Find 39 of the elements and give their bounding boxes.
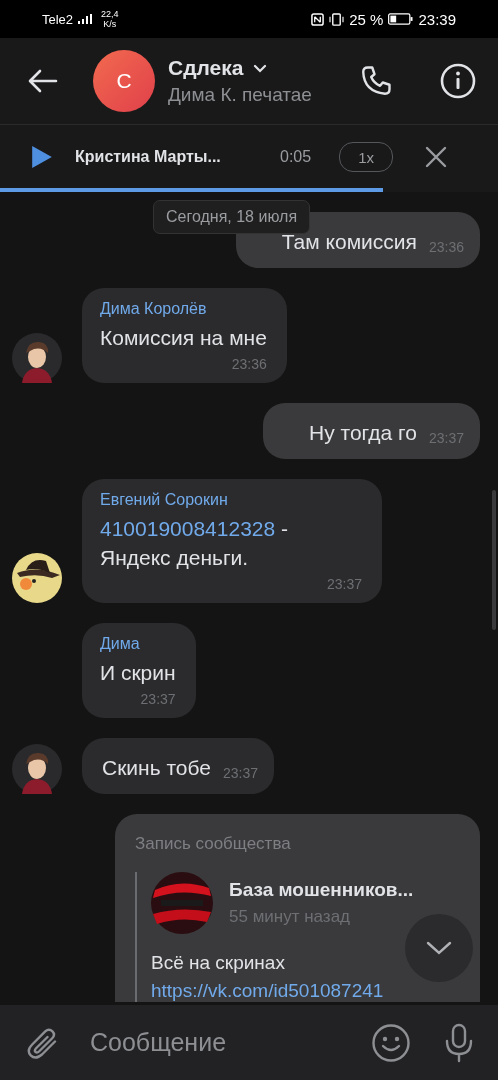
post-text: Всё на скринах xyxy=(151,952,286,974)
sender-name[interactable]: Дима Королёв xyxy=(100,299,267,319)
typing-status: Дима К. печатае xyxy=(168,84,313,106)
message-text: Комиссия на мне xyxy=(100,325,267,351)
chat-avatar: С xyxy=(93,50,155,112)
playback-speed-button[interactable]: 1x xyxy=(339,142,394,172)
sender-name[interactable]: Евгений Сорокин xyxy=(100,490,362,510)
message-time: 23:36 xyxy=(231,355,267,373)
message-time: 23:37 xyxy=(223,764,259,782)
speed-unit: K/s xyxy=(103,19,117,29)
message-time: 23:37 xyxy=(326,575,362,593)
message-text: 410019008412328 - Яндекс деньги. xyxy=(100,516,290,571)
battery-percent: 25 % xyxy=(349,10,384,28)
battery-icon xyxy=(388,13,414,25)
community-avatar xyxy=(151,872,213,934)
post-link[interactable]: https://vk.com/id501087241 xyxy=(151,980,460,1002)
chat-title[interactable]: Сдлека xyxy=(168,56,244,80)
wallet-link[interactable]: 410019008412328 xyxy=(100,517,276,540)
chevron-down-icon[interactable] xyxy=(253,63,268,73)
signal-icon xyxy=(78,14,93,24)
message-text: И скрин xyxy=(100,660,176,686)
message-text: Ну тогда го xyxy=(309,420,417,446)
repost-label: Запись сообщества xyxy=(135,834,292,854)
track-title: Кристина Марты... xyxy=(75,148,222,166)
message-text: Скинь тобе xyxy=(102,755,211,781)
message-time: 23:37 xyxy=(140,690,176,708)
community-name[interactable]: База мошенников... xyxy=(229,879,414,901)
date-label: Сегодня, 18 июля xyxy=(153,200,311,234)
emoji-button[interactable] xyxy=(370,1021,412,1064)
chevron-down-icon xyxy=(426,941,452,955)
clock: 23:39 xyxy=(418,10,456,28)
play-button[interactable] xyxy=(30,144,54,170)
network-speed: 22,4 xyxy=(101,9,119,19)
nfc-icon xyxy=(311,12,325,26)
vibrate-icon xyxy=(329,12,345,26)
carrier-name: Tele2 xyxy=(42,11,74,27)
info-button[interactable] xyxy=(438,61,478,101)
sender-name[interactable]: Дима xyxy=(100,634,176,654)
track-time: 0:05 xyxy=(280,148,312,166)
